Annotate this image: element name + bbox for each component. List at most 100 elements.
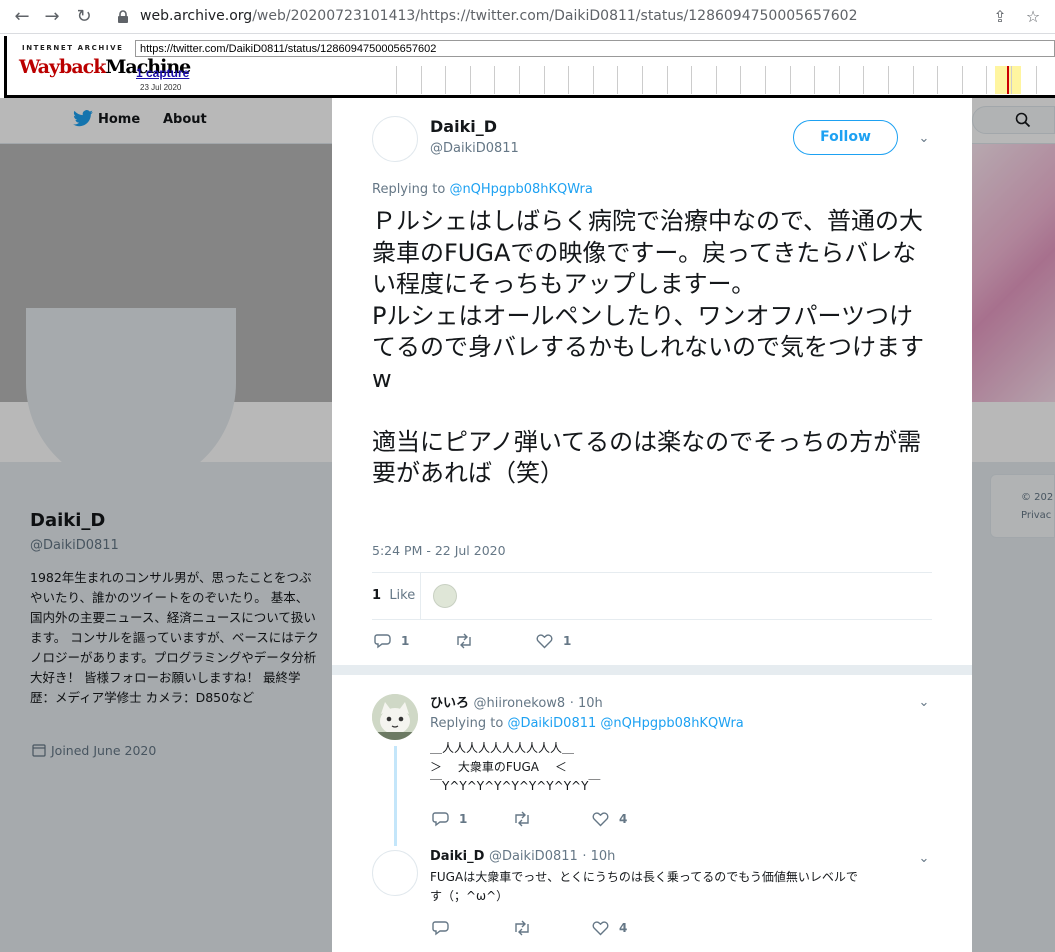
timeline-year-tick[interactable] [592, 66, 594, 94]
bookmark-star-icon[interactable]: ☆ [1023, 7, 1043, 27]
timeline-year-tick[interactable] [568, 66, 570, 94]
address-bar[interactable]: web.archive.org/web/20200723101413/https… [108, 4, 1053, 30]
timeline-year-tick[interactable] [666, 66, 668, 94]
reply-name-text: Daiki_D [430, 849, 485, 864]
timeline-year-tick[interactable] [642, 66, 643, 94]
chevron-down-icon[interactable]: ⌄ [917, 696, 931, 710]
timeline-year-tick[interactable] [912, 66, 914, 94]
reply-icon [374, 634, 391, 649]
reply-text: FUGAは大衆車でっせ、とくにうちのは長く乗ってるのでもう価値無いレベルで す（… [430, 870, 858, 903]
timeline-year-tick[interactable] [937, 66, 939, 94]
reply-time[interactable]: · 10h [582, 849, 615, 864]
reply-action[interactable] [432, 920, 459, 936]
reply-author-avatar[interactable] [372, 694, 418, 740]
reply-actions: 1 4 [432, 811, 692, 831]
like-count: 4 [619, 812, 628, 826]
share-icon[interactable]: ⇪ [990, 7, 1010, 27]
timeline-year-tick[interactable] [617, 66, 619, 94]
reply-icon [432, 812, 449, 827]
like-action[interactable]: 4 [592, 811, 627, 827]
address-url: web.archive.org/web/20200723101413/https… [140, 8, 858, 24]
retweet-icon [515, 811, 529, 827]
captures-link[interactable]: 1 capture [136, 66, 189, 80]
reply-handle: @DaikiD0811 [488, 849, 578, 864]
tweet-timestamp[interactable]: 5:24 PM - 22 Jul 2020 [372, 543, 506, 558]
retweet-icon [457, 633, 471, 649]
tweet-author-avatar[interactable] [372, 116, 418, 162]
wayback-logo-word: Wayback [19, 56, 106, 78]
retweet-action[interactable] [512, 811, 542, 827]
reply-action[interactable]: 1 [374, 633, 409, 649]
timeline-year-tick[interactable] [1035, 66, 1037, 94]
timeline-year-tick[interactable] [543, 66, 545, 94]
retweet-action[interactable] [454, 633, 484, 649]
tweet-author-name[interactable]: Daiki_D [430, 117, 497, 136]
cat-avatar-icon [372, 694, 418, 740]
thread-connector [394, 746, 397, 846]
timeline-year-tick[interactable] [715, 66, 717, 94]
timeline-year-tick[interactable] [494, 66, 496, 94]
lock-icon [118, 10, 128, 23]
timeline-capture-marker[interactable] [1007, 66, 1009, 94]
chevron-down-icon[interactable]: ⌄ [917, 852, 931, 866]
back-arrow-icon[interactable]: ← [10, 5, 34, 29]
likes-count: 1 [372, 588, 382, 603]
timeline-year-tick[interactable] [740, 66, 742, 94]
browser-toolbar: ← → ↻ web.archive.org/web/20200723101413… [0, 0, 1055, 34]
stats-divider [420, 573, 421, 619]
reply-action[interactable]: 1 [432, 811, 467, 827]
like-count: 4 [619, 921, 628, 935]
timeline-year-tick[interactable] [519, 66, 520, 94]
reply-actions: 4 [432, 920, 692, 940]
capture-date: 23 Jul 2020 [140, 83, 182, 92]
reply-author-name[interactable]: Daiki_D @DaikiD0811 · 10h [430, 849, 615, 864]
replying-prefix: Replying to [372, 182, 446, 197]
reply-replying-prefix: Replying to [430, 716, 504, 731]
timeline-year-tick[interactable] [469, 66, 471, 94]
capture-timeline[interactable] [392, 66, 1055, 94]
follow-button[interactable]: Follow [793, 120, 898, 155]
like-action[interactable]: 1 [536, 633, 571, 649]
reply-handle: @hiironekow8 [473, 696, 566, 711]
timeline-year-tick[interactable] [814, 66, 816, 94]
timeline-year-tick[interactable] [765, 66, 766, 94]
tweet-author-handle[interactable]: @DaikiD0811 [430, 141, 519, 156]
wayback-logo-caption: INTERNET ARCHIVE [22, 44, 124, 52]
timeline-year-tick[interactable] [1011, 66, 1012, 94]
replying-mention-link[interactable]: @nQHpgpb08hKQWra [449, 182, 592, 197]
likes-stat[interactable]: 1 Like [372, 588, 415, 603]
wayback-url-input[interactable] [135, 40, 1055, 57]
reply-icon [432, 921, 449, 936]
timeline-year-tick[interactable] [986, 66, 988, 94]
timeline-year-tick[interactable] [888, 66, 889, 94]
liker-avatar[interactable] [433, 584, 457, 608]
chevron-down-icon[interactable]: ⌄ [917, 132, 931, 146]
reply-name-text: ひいろ [430, 696, 470, 711]
reply-author-avatar[interactable] [372, 850, 418, 896]
timeline-year-tick[interactable] [838, 66, 840, 94]
timeline-year-tick[interactable] [789, 66, 791, 94]
retweet-action[interactable] [512, 920, 542, 936]
reply-replying-to: Replying to @DaikiD0811 @nQHpgpb08hKQWra [430, 716, 744, 731]
reply-author-name[interactable]: ひいろ @hiironekow8 · 10h [430, 692, 603, 711]
reply-mention-links[interactable]: @DaikiD0811 @nQHpgpb08hKQWra [507, 716, 743, 731]
heart-icon [592, 921, 609, 936]
reload-icon[interactable]: ↻ [72, 5, 96, 29]
reply-time[interactable]: · 10h [570, 696, 603, 711]
timeline-year-tick[interactable] [863, 66, 865, 94]
timeline-year-tick[interactable] [445, 66, 447, 94]
replies-divider [332, 665, 972, 675]
reply-text: ＿人人人人人人人人人人＿ ＞ 大衆車のFUGA ＜ ￣Y^Y^Y^Y^Y^Y^Y… [430, 741, 601, 793]
forward-arrow-icon[interactable]: → [40, 5, 64, 29]
wayback-toolbar: INTERNET ARCHIVE WaybackMachine 1 captur… [4, 36, 1055, 98]
tweet-stats: 1 Like [372, 572, 932, 620]
likes-label: Like [389, 588, 416, 603]
timeline-year-tick[interactable] [691, 66, 693, 94]
like-count: 1 [563, 634, 572, 648]
timeline-year-tick[interactable] [396, 66, 397, 94]
timeline-year-tick[interactable] [961, 66, 963, 94]
timeline-year-tick[interactable] [420, 66, 422, 94]
retweet-icon [515, 920, 529, 936]
heart-icon [592, 812, 609, 827]
like-action[interactable]: 4 [592, 920, 627, 936]
